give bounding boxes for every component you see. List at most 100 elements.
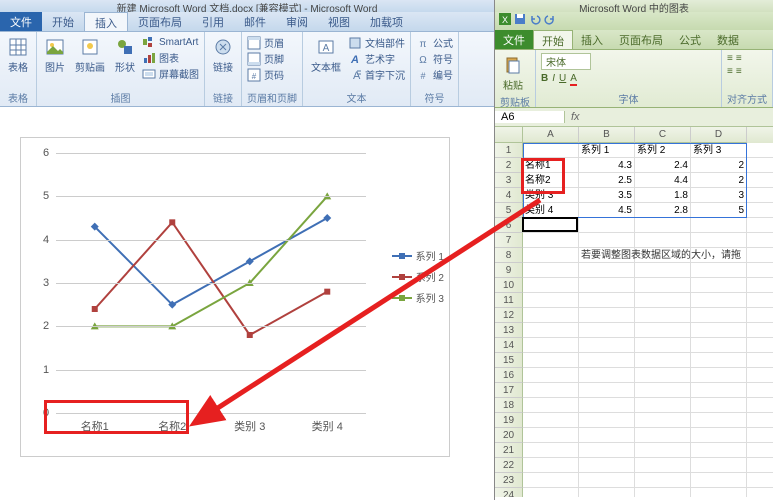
row-header[interactable]: 19 (495, 413, 523, 428)
cell[interactable]: 2.8 (635, 203, 691, 218)
cell[interactable] (635, 218, 691, 233)
cell[interactable] (691, 248, 747, 263)
row-header[interactable]: 4 (495, 188, 523, 203)
cell[interactable] (691, 218, 747, 233)
cell[interactable] (691, 323, 747, 338)
cell[interactable] (747, 308, 773, 323)
cell[interactable] (579, 428, 635, 443)
cell[interactable] (579, 293, 635, 308)
cell[interactable] (747, 158, 773, 173)
cell[interactable] (523, 398, 579, 413)
picture-button[interactable]: 图片 (42, 35, 68, 76)
row-header[interactable]: 23 (495, 473, 523, 488)
cell[interactable] (635, 398, 691, 413)
excel-tab-data[interactable]: 数据 (709, 30, 747, 49)
col-header-d[interactable]: D (691, 127, 747, 143)
cell[interactable] (579, 443, 635, 458)
col-header-a[interactable]: A (523, 127, 579, 143)
cell[interactable] (691, 428, 747, 443)
font-color-button[interactable]: A (570, 73, 577, 86)
cell[interactable] (579, 323, 635, 338)
cell[interactable]: 5 (691, 203, 747, 218)
cell[interactable]: 2.4 (635, 158, 691, 173)
italic-button[interactable]: I (552, 73, 555, 86)
cell[interactable] (635, 368, 691, 383)
cell[interactable] (523, 488, 579, 497)
cell[interactable] (747, 428, 773, 443)
cell[interactable] (691, 353, 747, 368)
cell[interactable] (747, 173, 773, 188)
chart-button[interactable]: 图表 (142, 50, 199, 65)
smartart-button[interactable]: SmartArt (142, 35, 199, 49)
cell[interactable] (691, 383, 747, 398)
cell[interactable] (691, 338, 747, 353)
row-header[interactable]: 10 (495, 278, 523, 293)
header-button[interactable]: 页眉 (247, 35, 284, 50)
tab-home[interactable]: 开始 (42, 12, 84, 31)
table-button[interactable]: 表格 (5, 35, 31, 76)
row-header[interactable]: 5 (495, 203, 523, 218)
row-header[interactable]: 9 (495, 263, 523, 278)
cell[interactable] (523, 443, 579, 458)
cell[interactable] (747, 458, 773, 473)
equation-button[interactable]: π公式 (416, 35, 453, 50)
cell[interactable] (523, 293, 579, 308)
cell[interactable] (579, 413, 635, 428)
cell[interactable]: 4.3 (579, 158, 635, 173)
textbox-button[interactable]: A 文本框 (308, 35, 344, 76)
row-header[interactable]: 6 (495, 218, 523, 233)
cell[interactable] (691, 368, 747, 383)
cell[interactable] (691, 233, 747, 248)
undo-icon[interactable] (529, 12, 541, 30)
cell[interactable] (747, 203, 773, 218)
cell[interactable] (635, 263, 691, 278)
cell[interactable] (635, 473, 691, 488)
tab-mail[interactable]: 邮件 (234, 12, 276, 31)
cell[interactable] (635, 233, 691, 248)
pagenum-button[interactable]: #页码 (247, 67, 284, 82)
symbol-button[interactable]: Ω符号 (416, 51, 453, 66)
cell[interactable] (691, 443, 747, 458)
cell[interactable]: 系列 3 (691, 143, 747, 158)
cell[interactable] (691, 413, 747, 428)
cell[interactable] (523, 278, 579, 293)
cell[interactable] (523, 248, 579, 263)
tab-layout[interactable]: 页面布局 (128, 12, 192, 31)
cell[interactable]: 4.4 (635, 173, 691, 188)
number-button[interactable]: #编号 (416, 67, 453, 82)
screenshot-button[interactable]: 屏幕截图 (142, 66, 199, 81)
cell[interactable] (635, 428, 691, 443)
cell[interactable] (747, 218, 773, 233)
cell[interactable] (523, 338, 579, 353)
cell[interactable] (579, 368, 635, 383)
cell[interactable] (579, 218, 635, 233)
row-header[interactable]: 2 (495, 158, 523, 173)
cell[interactable] (635, 293, 691, 308)
cell[interactable] (523, 368, 579, 383)
cell[interactable] (523, 218, 579, 233)
underline-button[interactable]: U (559, 73, 566, 86)
cell[interactable] (579, 263, 635, 278)
quickparts-button[interactable]: 文档部件 (348, 35, 405, 50)
shapes-button[interactable]: 形状 (112, 35, 138, 76)
cell[interactable] (523, 308, 579, 323)
row-header[interactable]: 18 (495, 398, 523, 413)
row-header[interactable]: 13 (495, 323, 523, 338)
cell[interactable] (579, 353, 635, 368)
cells[interactable]: 系列 1系列 2系列 3名称14.32.42名称22.54.42类别 33.51… (523, 143, 773, 497)
cell[interactable] (523, 458, 579, 473)
cell[interactable] (635, 338, 691, 353)
footer-button[interactable]: 页脚 (247, 51, 284, 66)
cell[interactable] (747, 473, 773, 488)
cell[interactable] (579, 383, 635, 398)
font-name-select[interactable]: 宋体 (541, 53, 591, 70)
col-header-c[interactable]: C (635, 127, 691, 143)
cell[interactable] (691, 278, 747, 293)
cell[interactable] (579, 278, 635, 293)
tab-file[interactable]: 文件 (0, 12, 42, 31)
cell[interactable] (747, 143, 773, 158)
align-top-icon[interactable]: ≡ (727, 66, 733, 77)
excel-tab-formula[interactable]: 公式 (671, 30, 709, 49)
row-header[interactable]: 16 (495, 368, 523, 383)
cell[interactable] (747, 293, 773, 308)
